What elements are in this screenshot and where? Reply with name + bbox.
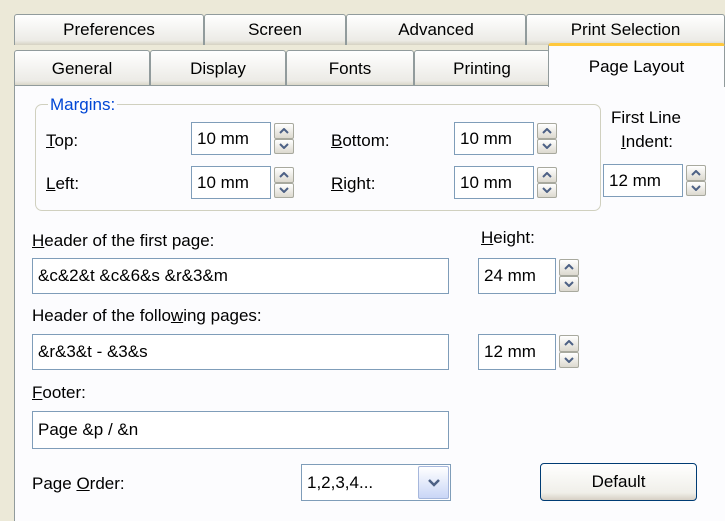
spin-down-button[interactable] <box>559 275 579 292</box>
header-first-value: &c&2&t &c&6&s &r&3&m <box>38 266 228 285</box>
top-label: Top: <box>46 131 79 150</box>
tab-screen[interactable]: Screen <box>204 14 346 45</box>
header-first-label: Header of the first page: <box>32 231 215 250</box>
header-first-height-spinner[interactable] <box>559 259 579 292</box>
left-margin-input[interactable]: 10 mm <box>191 166 271 199</box>
spin-up-button[interactable] <box>537 167 557 183</box>
bottom-margin-value: 10 mm <box>460 128 512 148</box>
margins-legend: Margins: <box>48 95 118 115</box>
spin-up-button[interactable] <box>559 335 579 352</box>
arrow-down-icon <box>691 185 701 192</box>
tab-fonts[interactable]: Fonts <box>286 50 414 86</box>
right-margin-spinner[interactable] <box>537 167 557 198</box>
top-margin-value: 10 mm <box>197 128 249 148</box>
tab-general[interactable]: General <box>14 50 150 86</box>
tab-label: Advanced <box>398 20 474 39</box>
header-first-height-input[interactable]: 24 mm <box>478 258 556 294</box>
tab-preferences[interactable]: Preferences <box>14 14 204 45</box>
bottom-margin-spinner[interactable] <box>537 123 557 154</box>
arrow-down-icon <box>279 187 289 194</box>
arrow-up-icon <box>564 264 574 270</box>
spin-up-button[interactable] <box>559 259 579 276</box>
arrow-up-icon <box>691 169 701 176</box>
footer-value: Page &p / &n <box>38 420 139 439</box>
tab-display[interactable]: Display <box>150 50 286 86</box>
page-layout-panel: Margins: Top: 10 mm Left: 10 mm Bottom: … <box>14 85 725 521</box>
tab-label: Fonts <box>328 58 372 78</box>
default-button[interactable]: Default <box>540 463 697 501</box>
spin-down-button[interactable] <box>274 182 294 198</box>
arrow-up-icon <box>542 171 552 178</box>
header-following-input[interactable]: &r&3&t - &3&s <box>32 334 449 370</box>
left-margin-value: 10 mm <box>197 172 249 192</box>
footer-label: Footer: <box>32 383 86 402</box>
arrow-up-icon <box>564 340 574 346</box>
first-line-indent-value: 12 mm <box>609 170 661 190</box>
spin-up-button[interactable] <box>274 167 294 183</box>
indent-label: Indent: <box>621 132 673 151</box>
bottom-margin-input[interactable]: 10 mm <box>454 122 534 155</box>
tab-label: General <box>51 58 113 78</box>
chevron-down-icon <box>427 478 440 487</box>
arrow-down-icon <box>542 187 552 194</box>
arrow-down-icon <box>564 281 574 287</box>
tab-label: Screen <box>248 20 302 39</box>
spin-down-button[interactable] <box>537 182 557 198</box>
default-button-label: Default <box>591 472 646 491</box>
left-margin-spinner[interactable] <box>274 167 294 198</box>
spin-up-button[interactable] <box>274 123 294 139</box>
tab-label: Preferences <box>63 20 155 39</box>
right-margin-value: 10 mm <box>460 172 512 192</box>
header-following-label: Header of the following pages: <box>32 306 262 325</box>
first-line-indent-spinner[interactable] <box>686 165 706 196</box>
tab-advanced[interactable]: Advanced <box>346 14 526 45</box>
right-margin-input[interactable]: 10 mm <box>454 166 534 199</box>
header-first-height-value: 24 mm <box>484 266 536 285</box>
first-line-indent-input[interactable]: 12 mm <box>603 164 683 197</box>
top-margin-spinner[interactable] <box>274 123 294 154</box>
arrow-down-icon <box>564 357 574 363</box>
spin-down-button[interactable] <box>686 180 706 196</box>
height-label: Height: <box>481 228 535 247</box>
bottom-label: Bottom: <box>331 131 390 150</box>
header-following-value: &r&3&t - &3&s <box>38 342 148 361</box>
header-first-input[interactable]: &c&2&t &c&6&s &r&3&m <box>32 258 449 294</box>
spin-up-button[interactable] <box>686 165 706 181</box>
tab-label: Page Layout <box>588 56 685 76</box>
page-order-label: Page Order: <box>32 474 125 493</box>
right-label: Right: <box>331 174 376 193</box>
spin-down-button[interactable] <box>537 138 557 154</box>
left-label: Left: <box>46 174 80 193</box>
top-margin-input[interactable]: 10 mm <box>191 122 271 155</box>
tab-print-selection[interactable]: Print Selection <box>526 14 725 45</box>
spin-down-button[interactable] <box>559 351 579 368</box>
margins-group: Margins: Top: 10 mm Left: 10 mm Bottom: … <box>35 95 601 211</box>
spin-up-button[interactable] <box>537 123 557 139</box>
tab-page-layout[interactable]: Page Layout <box>548 43 725 87</box>
first-line-label: First Line <box>611 108 681 127</box>
spin-down-button[interactable] <box>274 138 294 154</box>
arrow-up-icon <box>279 171 289 178</box>
header-following-height-spinner[interactable] <box>559 335 579 368</box>
header-following-height-value: 12 mm <box>484 342 536 361</box>
arrow-up-icon <box>279 127 289 134</box>
tab-label: Display <box>190 58 246 78</box>
tab-printing[interactable]: Printing <box>414 50 550 86</box>
arrow-up-icon <box>542 127 552 134</box>
arrow-down-icon <box>279 143 289 150</box>
arrow-down-icon <box>542 143 552 150</box>
page-order-dropdown-button[interactable] <box>418 466 449 499</box>
tab-label: Print Selection <box>570 20 681 39</box>
page-order-value: 1,2,3,4... <box>307 472 374 492</box>
footer-input[interactable]: Page &p / &n <box>32 411 449 449</box>
header-following-height-input[interactable]: 12 mm <box>478 334 556 370</box>
tab-label: Printing <box>453 58 511 78</box>
